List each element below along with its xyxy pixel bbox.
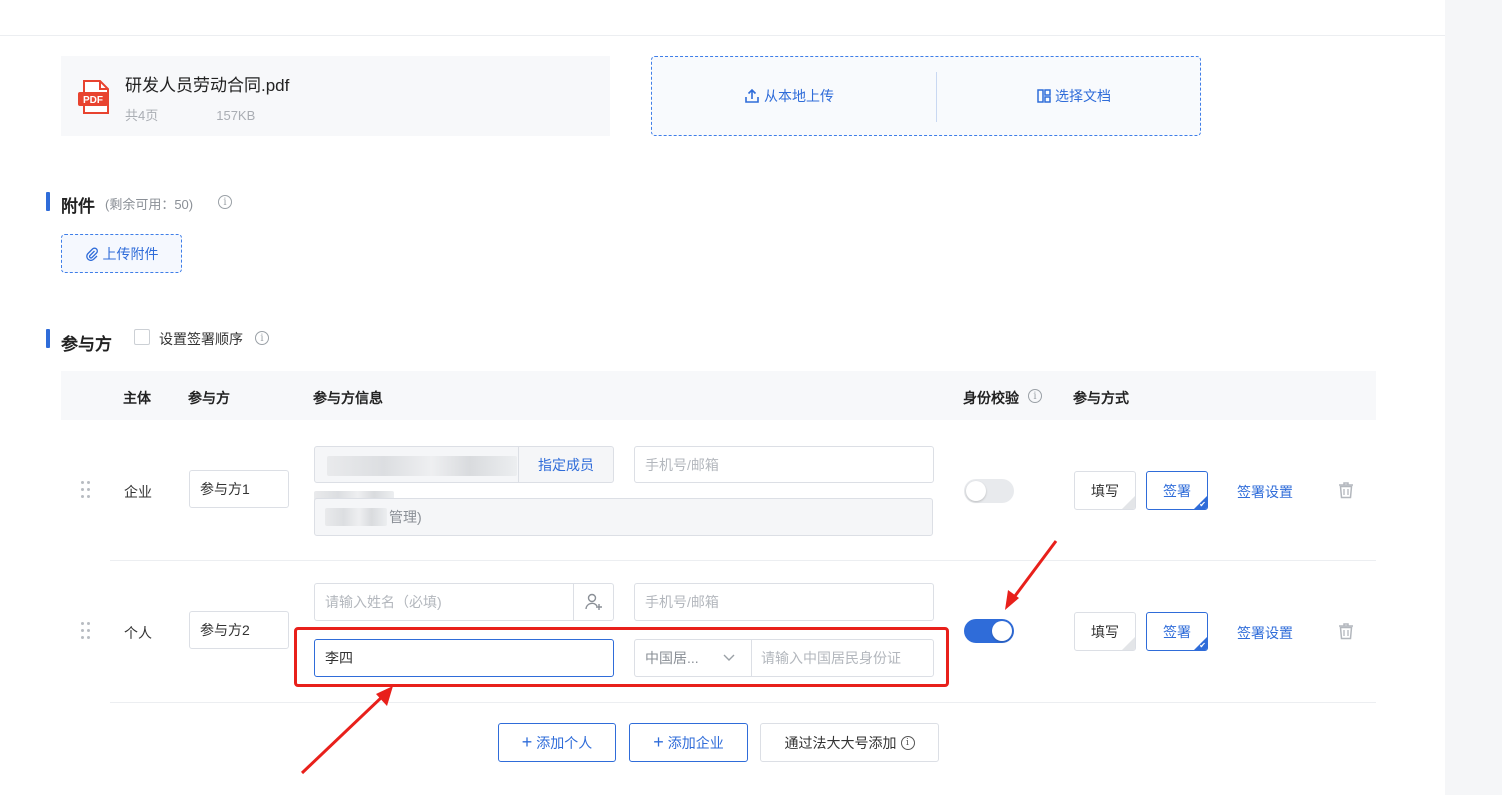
row-separator	[110, 560, 1376, 561]
header-subject: 主体	[123, 390, 151, 406]
header-mode: 参与方式	[1073, 390, 1129, 406]
upload-attachment-button[interactable]: 上传附件	[61, 234, 182, 273]
id-number-input[interactable]: 请输入中国居民身份证	[761, 640, 901, 676]
drag-handle-icon[interactable]	[81, 622, 91, 640]
file-name: 研发人员劳动合同.pdf	[125, 76, 290, 95]
add-person-button[interactable]: + 添加个人	[498, 723, 616, 762]
verify-info-icon[interactable]: i	[1028, 389, 1042, 403]
check-icon: ✔	[1199, 500, 1206, 509]
pdf-file-icon: PDF	[77, 79, 113, 115]
row1-delete-icon[interactable]	[1337, 481, 1355, 499]
row2-fill-button[interactable]: 填写	[1074, 612, 1136, 651]
participants-title: 参与方	[61, 335, 112, 354]
row1-verify-toggle[interactable]	[964, 479, 1014, 503]
row2-phone-input[interactable]: 手机号/邮箱	[634, 583, 934, 621]
attachments-remaining: (剩余可用：50)	[105, 197, 194, 212]
row1-sign-button[interactable]: 签署 ✔	[1146, 471, 1208, 510]
add-contact-icon[interactable]	[574, 584, 613, 620]
header-verify: 身份校验	[963, 390, 1019, 406]
add-company-button[interactable]: + 添加企业	[629, 723, 748, 762]
row1-admin-suffix: 管理)	[389, 509, 422, 525]
redacted-admin-name	[325, 508, 387, 526]
paperclip-icon	[85, 247, 98, 261]
file-size: 157KB	[216, 108, 256, 123]
file-page-count: 共4页	[125, 108, 159, 123]
right-gutter	[1445, 0, 1502, 795]
id-type-value: 中国居...	[645, 650, 699, 666]
plus-icon: +	[521, 732, 533, 752]
svg-text:PDF: PDF	[83, 95, 103, 106]
header-info: 参与方信息	[313, 390, 383, 406]
row1-party-input[interactable]: 参与方1	[189, 470, 289, 508]
assign-member-button[interactable]: 指定成员	[519, 447, 613, 482]
upload-icon	[745, 88, 759, 103]
chevron-down-icon	[723, 654, 735, 661]
signing-order-label: 设置签署顺序	[159, 331, 243, 347]
row2-party-input[interactable]: 参与方2	[189, 611, 289, 649]
signing-order-checkbox[interactable]	[134, 329, 150, 345]
participants-table-header: 主体 参与方 参与方信息 身份校验 i 参与方式	[61, 371, 1376, 420]
row2-sign-button[interactable]: 签署 ✔	[1146, 612, 1208, 651]
header-party: 参与方	[188, 390, 230, 406]
document-file-card[interactable]: PDF 研发人员劳动合同.pdf 共4页 157KB	[61, 56, 610, 136]
plus-icon: +	[653, 732, 664, 752]
document-grid-icon	[1037, 89, 1051, 103]
row-separator	[110, 702, 1376, 703]
row2-name-input[interactable]: 李四	[314, 639, 614, 677]
info-icon: i	[900, 735, 915, 750]
upload-local-label: 从本地上传	[764, 88, 834, 104]
redacted-company-name	[327, 456, 517, 476]
drag-handle-icon[interactable]	[81, 481, 91, 499]
row2-id-field[interactable]: 中国居... 请输入中国居民身份证	[634, 639, 934, 677]
row2-verify-toggle[interactable]	[964, 619, 1014, 643]
row2-delete-icon[interactable]	[1337, 622, 1355, 640]
row1-phone-input[interactable]: 手机号/邮箱	[634, 446, 934, 483]
top-bar	[0, 0, 1445, 36]
add-via-account-button[interactable]: 通过法大大号添加 i	[760, 723, 939, 762]
attachments-section-bar	[46, 192, 50, 211]
row1-sign-settings-link[interactable]: 签署设置	[1237, 482, 1293, 502]
row1-company-field[interactable]: 指定成员	[314, 446, 614, 483]
choose-document-label: 选择文档	[1055, 88, 1111, 104]
upload-local-button[interactable]: 从本地上传	[652, 57, 926, 135]
row2-subject: 个人	[124, 625, 152, 641]
row2-name-field[interactable]: 请输入姓名（必填)	[314, 583, 614, 621]
row1-subject: 企业	[124, 484, 152, 500]
id-type-select[interactable]: 中国居...	[635, 640, 751, 676]
upload-area: 从本地上传 选择文档	[651, 56, 1201, 136]
signing-order-info-icon[interactable]: i	[255, 331, 269, 345]
participants-section-bar	[46, 329, 50, 348]
attachments-info-icon[interactable]: i	[218, 195, 232, 209]
row1-admin-field[interactable]: 管理)	[314, 498, 933, 536]
check-icon: ✔	[1199, 641, 1206, 650]
choose-document-button[interactable]: 选择文档	[937, 57, 1211, 135]
attachments-title: 附件	[61, 197, 95, 216]
row2-name-placeholder: 请输入姓名（必填)	[325, 594, 442, 610]
row1-fill-button[interactable]: 填写	[1074, 471, 1136, 510]
file-meta: 共4页 157KB	[125, 105, 255, 124]
row2-sign-settings-link[interactable]: 签署设置	[1237, 623, 1293, 643]
upload-attachment-label: 上传附件	[102, 245, 159, 262]
